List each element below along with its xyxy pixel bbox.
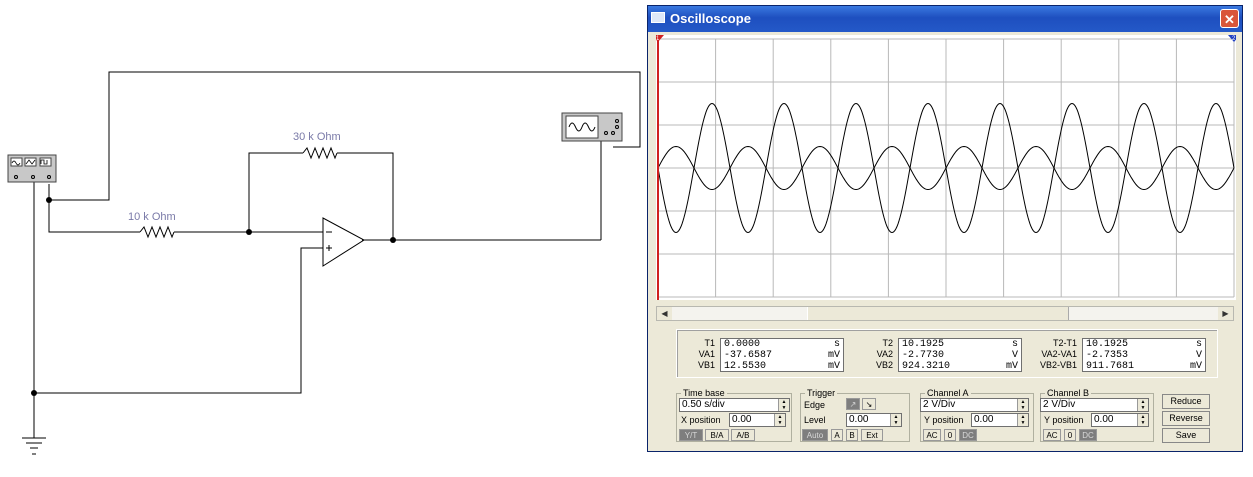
channel-b-zero-button[interactable]: 0 [1064,429,1076,441]
edge-label: Edge [804,400,826,410]
close-button[interactable]: ✕ [1220,9,1239,28]
wire-feedback-right [337,152,394,240]
readout-unit: mV [827,361,840,372]
edge-rising-icon[interactable]: ↗ [846,398,860,410]
circuit-schematic: 30 k Ohm 10 k Ohm [7,71,641,455]
mode-ba-button[interactable]: B/A [705,429,729,441]
channel-a-dc-button[interactable]: DC [959,429,977,441]
readout-label: VA2-VA1 [1041,349,1077,359]
readout-value: 924.3210 [902,361,951,372]
trigger-b-button[interactable]: B [846,429,858,441]
trigger-a-button[interactable]: A [831,429,843,441]
horizontal-scrollbar[interactable]: ◀ ▶ [656,306,1234,321]
readout-value: -37.6587 [724,350,773,361]
reduce-button[interactable]: Reduce [1162,394,1210,409]
readout-label: VA1 [698,349,715,359]
readout-row: 12.5530 mV [724,361,840,372]
readout-row: -2.7353 V [1086,350,1202,361]
channel-b-ac-button[interactable]: AC [1043,429,1061,441]
xpos-label: X position [681,415,721,425]
scroll-left-icon[interactable]: ◀ [657,307,672,320]
function-generator-icon[interactable] [7,154,57,183]
scroll-thumb[interactable] [807,307,1069,320]
readout-value: 10.1925 [1086,339,1129,350]
readout-unit: V [1195,350,1202,361]
op-amp [322,217,365,267]
readout-unit: s [833,339,840,350]
readout-values: 10.1925 s -2.7353 V 911.7681 mV [1082,338,1206,372]
trigger-legend: Trigger [807,388,836,398]
readout-value: 911.7681 [1086,361,1135,372]
resistor-10k [139,225,175,239]
readout-value: -2.7730 [902,350,945,361]
readout-row: 0.0000 s [724,339,840,350]
readout-unit: s [1011,339,1018,350]
readout-label: T1 [704,338,715,348]
window-title: Oscilloscope [670,11,751,26]
readout-value: 12.5530 [724,361,767,372]
timebase-scale-input[interactable]: 0.50 s/div ▲ ▼ [679,398,790,412]
readout-value: 0.0000 [724,339,761,350]
level-input[interactable]: 0.00 ▲ ▼ [846,413,902,427]
resistor-30k-label: 30 k Ohm [293,131,341,143]
wire-to-scope-channel-a [49,71,641,201]
readout-unit: mV [1189,361,1202,372]
title-bar[interactable]: Oscilloscope ✕ [648,6,1242,32]
channel-a-ypos-label: Y position [924,415,964,425]
readout-values: 10.1925 s -2.7730 V 924.3210 mV [898,338,1022,372]
mode-yt-button[interactable]: Y/T [679,429,703,441]
reverse-button[interactable]: Reverse [1162,411,1210,426]
channel-b-scale-input[interactable]: 2 V/Div ▲ ▼ [1040,398,1149,412]
readout-row: 924.3210 mV [902,361,1018,372]
readout-unit: s [1195,339,1202,350]
readout-row: 10.1925 s [1086,339,1202,350]
timebase-legend: Time base [683,388,725,398]
mode-ab-button[interactable]: A/B [731,429,755,441]
edge-falling-icon[interactable]: ↘ [862,398,876,410]
channel-b-dc-button[interactable]: DC [1079,429,1097,441]
xpos-input[interactable]: 0.00 ▲ ▼ [729,413,786,427]
channel-b-ypos-label: Y position [1044,415,1084,425]
channel-a-ac-button[interactable]: AC [923,429,941,441]
readout-row: -37.6587 mV [724,350,840,361]
trigger-auto-button[interactable]: Auto [802,429,828,441]
readout-value: 10.1925 [902,339,945,350]
readout-label: VB2-VB1 [1039,360,1077,370]
oscilloscope-icon[interactable] [561,112,623,142]
wire-source-output [48,184,140,233]
readout-label: T2 [882,338,893,348]
window-icon [651,12,665,23]
resistor-10k-label: 10 k Ohm [128,211,176,223]
channel-b-legend: Channel B [1047,388,1090,398]
readout-label: VB2 [875,360,893,370]
trigger-ext-button[interactable]: Ext [861,429,883,441]
channel-a-ypos-input[interactable]: 0.00 ▲ ▼ [971,413,1029,427]
readout-label: VB1 [697,360,715,370]
readout-unit: mV [1005,361,1018,372]
wire-noninverting-ground [34,247,323,394]
scroll-right-icon[interactable]: ▶ [1218,307,1233,320]
level-label: Level [804,415,826,425]
channel-a-scale-input[interactable]: 2 V/Div ▲ ▼ [920,398,1029,412]
readout-value: -2.7353 [1086,350,1129,361]
resistor-30k [302,146,338,160]
oscilloscope-window: Oscilloscope ✕ 1 2 ◀ ▶ T1 VA1 VB1 0.0000 s -3… [647,5,1243,452]
save-button[interactable]: Save [1162,428,1210,443]
readout-label: T2-T1 [1052,338,1077,348]
readout-row: 911.7681 mV [1086,361,1202,372]
cursor-readout-panel: T1 VA1 VB1 0.0000 s -37.6587 mV 12.5530 mV T2 VA2… [676,329,1218,378]
channel-b-ypos-input[interactable]: 0.00 ▲ ▼ [1091,413,1149,427]
readout-unit: mV [827,350,840,361]
readout-unit: V [1011,350,1018,361]
wire-input-to-node [174,152,303,233]
oscilloscope-screen: 1 2 [656,35,1236,300]
readout-row: 10.1925 s [902,339,1018,350]
readout-values: 0.0000 s -37.6587 mV 12.5530 mV [720,338,844,372]
channel-a-zero-button[interactable]: 0 [944,429,956,441]
channel-a-legend: Channel A [927,388,969,398]
readout-row: -2.7730 V [902,350,1018,361]
readout-label: VA2 [876,349,893,359]
